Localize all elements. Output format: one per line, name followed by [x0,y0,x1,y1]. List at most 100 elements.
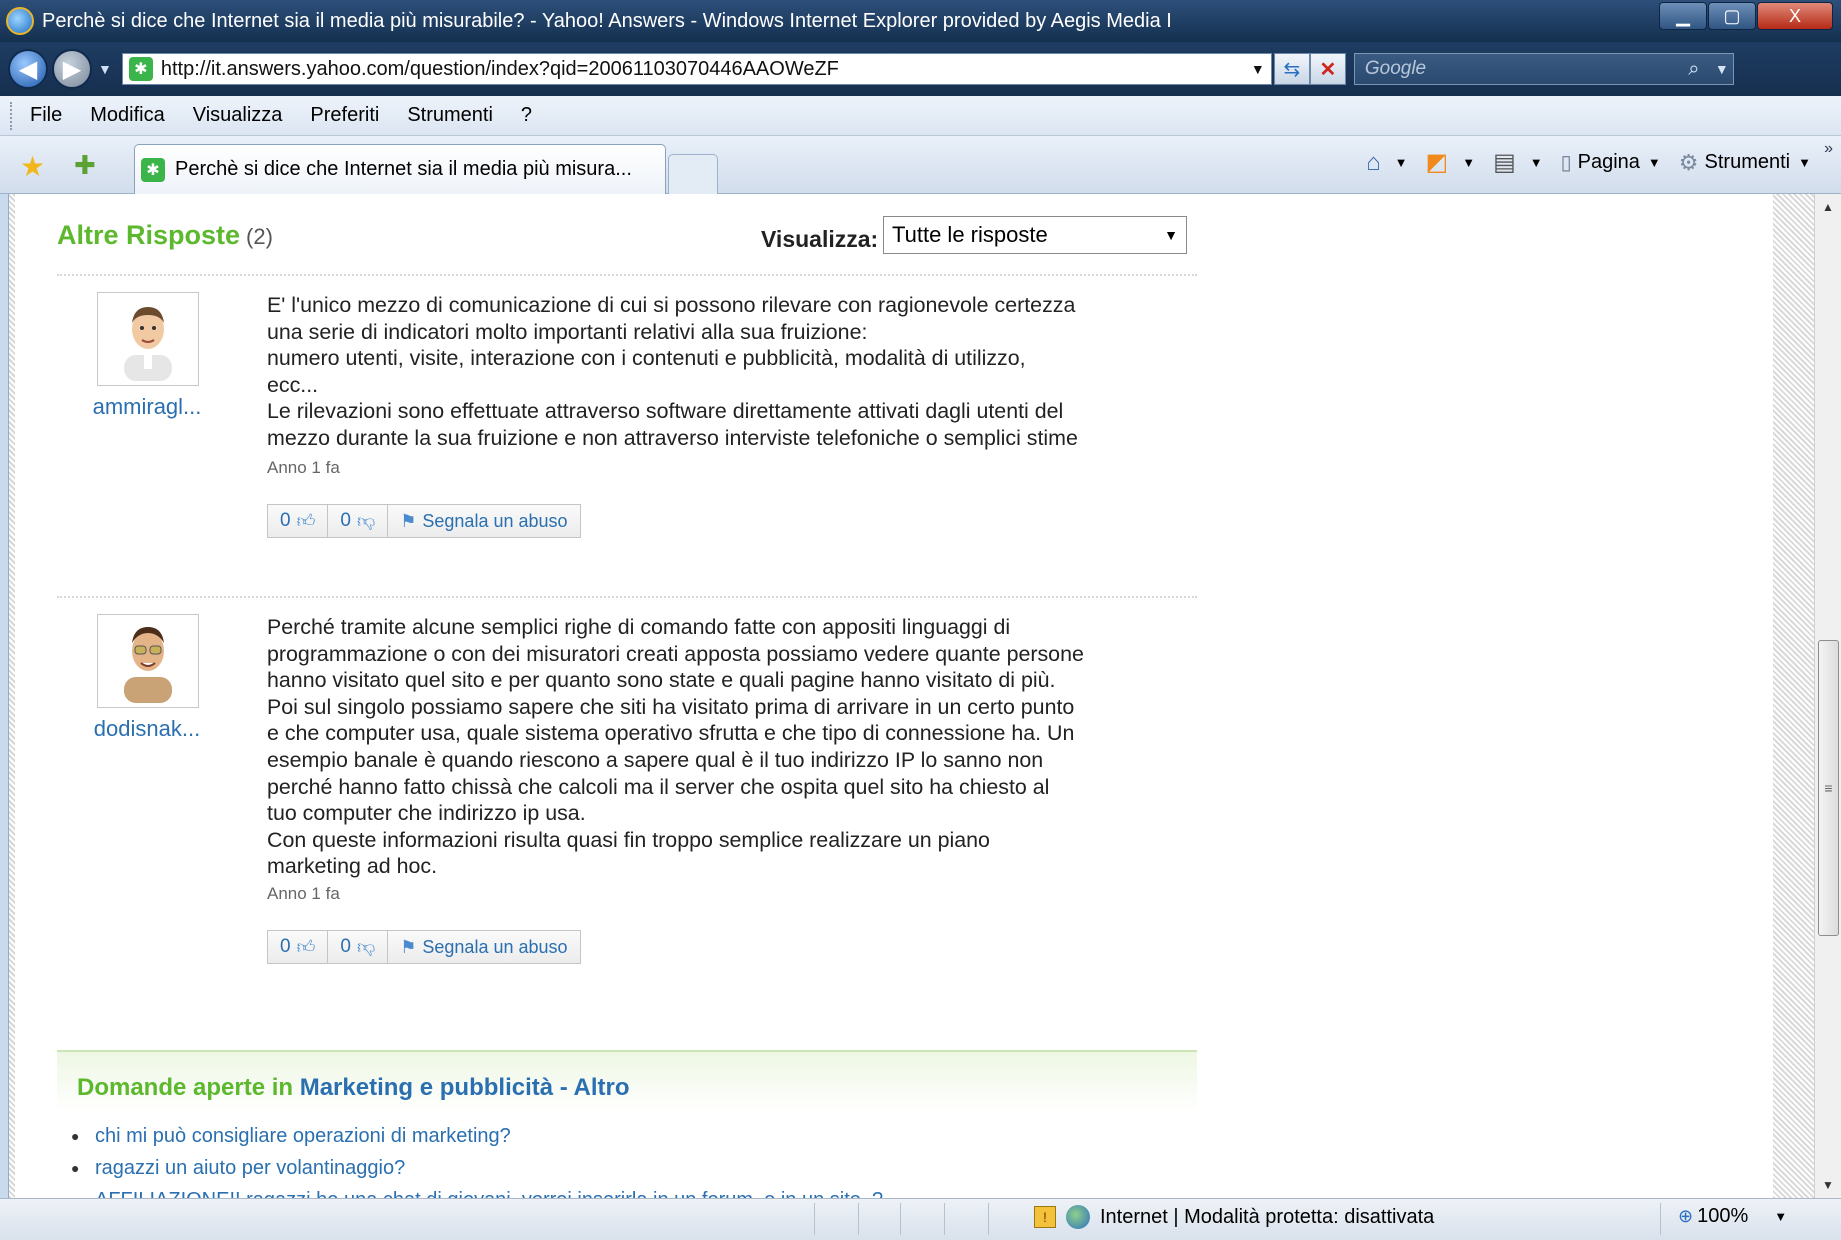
page-favicon: ✱ [128,57,153,81]
status-divider [988,1203,989,1235]
tools-menu-button[interactable]: ⚙ Strumenti ▼ [1679,150,1811,176]
search-icon[interactable]: ⌕ [1677,58,1711,81]
status-divider [1660,1203,1661,1235]
view-filter-select[interactable]: Tutte le risposte ▼ [883,216,1187,254]
answer-age: Anno 1 fa [267,884,340,903]
forward-button[interactable]: ▶ [52,49,92,89]
report-abuse-button[interactable]: ⚑ Segnala un abuso [388,505,579,537]
tools-dropdown: ▼ [1798,155,1811,170]
answer-line: programmazione o con dei misuratori crea… [267,641,1084,666]
chevron-down-icon: ▼ [1164,227,1178,243]
print-dropdown[interactable]: ▼ [1530,155,1543,170]
search-input[interactable]: Google ⌕ ▼ [1353,53,1734,85]
protected-mode-icon: ! [1034,1206,1056,1228]
menu-visualizza[interactable]: Visualizza [193,104,283,127]
thumbs-up-button[interactable]: 0 👍︎ [268,931,329,963]
maximize-button[interactable]: ▢ [1708,2,1756,30]
question-link[interactable]: chi mi può consigliare operazioni di mar… [95,1125,511,1148]
scroll-down-button[interactable]: ▼ [1815,1172,1841,1198]
recent-pages-dropdown[interactable]: ▼ [98,61,112,77]
zoom-control[interactable]: ⊕ 100% ▼ [1678,1205,1787,1228]
thumbs-up-button[interactable]: 0 👍︎ [268,505,329,537]
thumbs-down-count: 0 [340,510,351,531]
home-button[interactable]: ⌂ ▼ [1366,149,1407,177]
globe-icon [1066,1205,1090,1229]
answer-username[interactable]: dodisnak... [77,716,217,742]
window-controls: ▁ ▢ X [1658,2,1833,30]
new-tab-button[interactable] [668,154,718,194]
menu-preferiti[interactable]: Preferiti [310,104,379,127]
search-options-dropdown[interactable]: ▼ [1711,61,1733,77]
refresh-button[interactable]: ⇆ [1273,53,1310,85]
answer-line: esempio banale è quando riescono a saper… [267,747,1044,772]
vertical-scrollbar[interactable]: ▲ ≡ ▼ [1814,194,1841,1198]
avatar[interactable] [97,292,199,386]
flag-icon: ⚑ [400,936,417,957]
tab-active[interactable]: ✱ Perchè si dice che Internet sia il med… [134,144,666,194]
answer-text: Perché tramite alcune semplici righe di … [267,614,1207,880]
page-menu-button[interactable]: ▯ Pagina ▼ [1561,150,1661,175]
open-questions-category-link[interactable]: Marketing e pubblicità - Altro [300,1074,630,1101]
bullet: ● [71,1160,80,1176]
home-dropdown[interactable]: ▼ [1395,155,1408,170]
menu-help[interactable]: ? [521,104,532,127]
answer-line: E' l'unico mezzo di comunicazione di cui… [267,293,1076,317]
flag-icon: ⚑ [400,510,417,531]
feeds-button[interactable]: ◩ ▼ [1426,148,1476,177]
open-questions-prefix: Domande aperte in [77,1074,294,1101]
answers-count: (2) [246,224,273,249]
answer-line: Perché tramite alcune semplici righe di … [267,615,1011,639]
window-title: Perchè si dice che Internet sia il media… [42,9,1172,32]
url-text[interactable]: http://it.answers.yahoo.com/question/ind… [161,58,1245,81]
address-input[interactable]: ✱ http://it.answers.yahoo.com/question/i… [121,53,1272,85]
status-divider [858,1203,859,1235]
forward-arrow-icon: ▶ [62,55,82,83]
menu-file[interactable]: File [30,104,62,127]
print-icon: ▤ [1493,149,1516,176]
answer-line: Con queste informazioni risulta quasi fi… [267,827,990,852]
answer-username[interactable]: ammiragl... [77,394,217,420]
add-favorites-icon[interactable]: ✚ [74,150,96,181]
ie-icon [6,7,34,35]
answer-line: Le rilevazioni sono effettuate attravers… [267,399,1064,424]
menu-strumenti[interactable]: Strumenti [407,104,493,127]
thumbs-down-icon: 👎︎ [356,937,376,957]
answer-line: perché hanno fatto chissà che calcoli ma… [267,774,1050,799]
menu-modifica[interactable]: Modifica [90,104,164,127]
menu-bar: File Modifica Visualizza Preferiti Strum… [0,96,1841,136]
back-button[interactable]: ◀ [8,49,48,89]
zoom-dropdown[interactable]: ▼ [1774,1209,1787,1224]
status-divider [900,1203,901,1235]
minimize-button[interactable]: ▁ [1659,2,1707,30]
answer-line: numero utenti, visite, interazione con i… [267,346,1026,371]
print-button[interactable]: ▤ ▼ [1493,148,1543,177]
report-abuse-button[interactable]: ⚑ Segnala un abuso [388,931,579,963]
answers-header: Altre Risposte (2) Visualizza: Tutte le r… [57,216,1197,256]
answers-title: Altre Risposte (2) [57,220,273,251]
scroll-up-button[interactable]: ▲ [1815,194,1841,220]
thumbs-down-button[interactable]: 0 👎︎ [328,505,389,537]
tab-label: Perchè si dice che Internet sia il media… [175,158,632,180]
scroll-thumb[interactable]: ≡ [1818,640,1839,936]
thumbs-up-count: 0 [280,936,291,957]
zoom-level: 100% [1697,1205,1749,1227]
status-divider [944,1203,945,1235]
security-zone[interactable]: ! Internet | Modalità protetta: disattiv… [1034,1205,1434,1229]
stop-button[interactable]: ✕ [1309,53,1346,85]
address-dropdown[interactable]: ▼ [1245,61,1271,77]
right-page-border [1773,194,1815,1198]
page-viewport: Altre Risposte (2) Visualizza: Tutte le r… [8,194,1841,1198]
open-questions-panel: Domande aperte in Marketing e pubblicità… [57,1050,1197,1198]
answer-text: E' l'unico mezzo di comunicazione di cui… [267,292,1207,452]
favorites-star-icon[interactable]: ★ [20,150,45,183]
thumbs-down-button[interactable]: 0 👎︎ [328,931,389,963]
avatar[interactable] [97,614,199,708]
toolbar-overflow-chevron[interactable]: » [1824,140,1833,158]
feed-dropdown[interactable]: ▼ [1462,155,1475,170]
question-link[interactable]: ragazzi un aiuto per volantinaggio? [95,1157,405,1180]
page-dropdown: ▼ [1647,155,1661,170]
status-bar: ! Internet | Modalità protetta: disattiv… [0,1198,1841,1240]
answer-actions: 0 👍︎ 0 👎︎ ⚑ Segnala un abuso [267,504,581,538]
close-button[interactable]: X [1757,2,1833,30]
question-link[interactable]: AFFILIAZIONE!! ragazzi ho una chat di gi… [95,1189,883,1199]
